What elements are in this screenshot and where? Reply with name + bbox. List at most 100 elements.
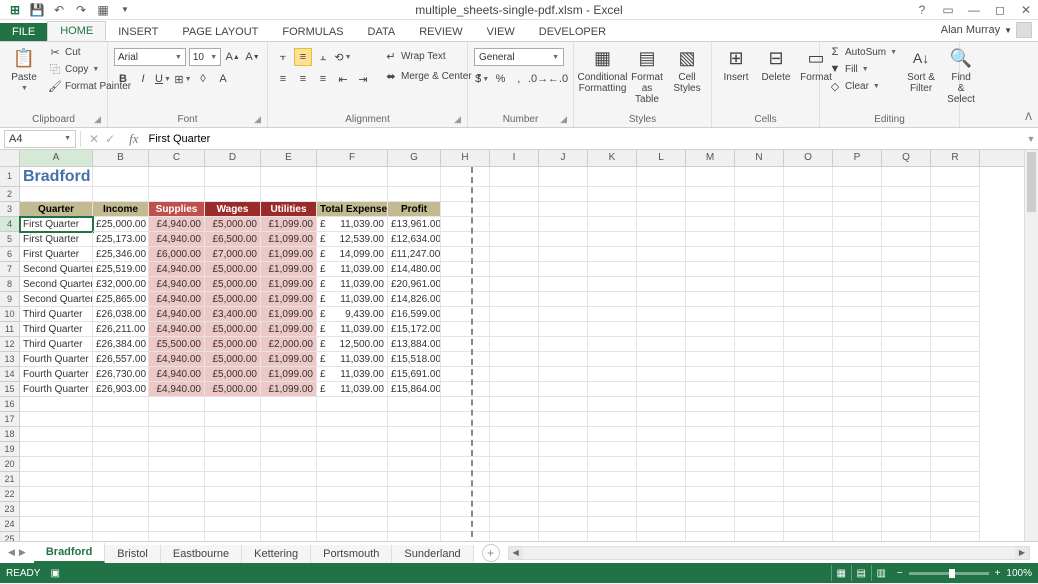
cell-O9[interactable] bbox=[784, 292, 833, 307]
row-header-25[interactable]: 25 bbox=[0, 532, 20, 541]
maximize-icon[interactable]: ◻ bbox=[992, 2, 1008, 18]
cell-Q13[interactable] bbox=[882, 352, 931, 367]
currency-icon[interactable]: $▼ bbox=[474, 70, 490, 88]
cell-D22[interactable] bbox=[205, 487, 261, 502]
cell-D11[interactable]: £5,000.00 bbox=[205, 322, 261, 337]
cell-B19[interactable] bbox=[93, 442, 149, 457]
cell-Q7[interactable] bbox=[882, 262, 931, 277]
cell-J18[interactable] bbox=[539, 427, 588, 442]
cell-E7[interactable]: £1,099.00 bbox=[261, 262, 317, 277]
cell-J6[interactable] bbox=[539, 247, 588, 262]
cell-R14[interactable] bbox=[931, 367, 980, 382]
cell-E16[interactable] bbox=[261, 397, 317, 412]
cell-J22[interactable] bbox=[539, 487, 588, 502]
cell-O20[interactable] bbox=[784, 457, 833, 472]
zoom-level[interactable]: 100% bbox=[1006, 568, 1032, 579]
cell-L7[interactable] bbox=[637, 262, 686, 277]
col-header-F[interactable]: F bbox=[317, 150, 388, 166]
cell-R17[interactable] bbox=[931, 412, 980, 427]
cell-A3[interactable]: Quarter bbox=[20, 202, 93, 217]
cell-B8[interactable]: £32,000.00 bbox=[93, 277, 149, 292]
align-top-icon[interactable]: ⫟ bbox=[274, 48, 292, 66]
cell-C18[interactable] bbox=[149, 427, 205, 442]
cell-K21[interactable] bbox=[588, 472, 637, 487]
cell-H10[interactable] bbox=[441, 307, 490, 322]
cell-B9[interactable]: £25,865.00 bbox=[93, 292, 149, 307]
cell-E22[interactable] bbox=[261, 487, 317, 502]
row-header-21[interactable]: 21 bbox=[0, 472, 20, 487]
row-header-22[interactable]: 22 bbox=[0, 487, 20, 502]
cell-Q4[interactable] bbox=[882, 217, 931, 232]
cell-R22[interactable] bbox=[931, 487, 980, 502]
cell-F15[interactable]: £11,039.00 bbox=[317, 382, 388, 397]
tab-formulas[interactable]: FORMULAS bbox=[270, 23, 355, 41]
cell-O3[interactable] bbox=[784, 202, 833, 217]
cell-B6[interactable]: £25,346.00 bbox=[93, 247, 149, 262]
cell-J11[interactable] bbox=[539, 322, 588, 337]
row-header-7[interactable]: 7 bbox=[0, 262, 20, 277]
col-header-K[interactable]: K bbox=[588, 150, 637, 166]
cell-H6[interactable] bbox=[441, 247, 490, 262]
cell-F2[interactable] bbox=[317, 187, 388, 202]
cell-H5[interactable] bbox=[441, 232, 490, 247]
cell-C21[interactable] bbox=[149, 472, 205, 487]
cell-P8[interactable] bbox=[833, 277, 882, 292]
cell-G11[interactable]: £15,172.00 bbox=[388, 322, 441, 337]
tab-insert[interactable]: INSERT bbox=[106, 23, 170, 41]
cell-F3[interactable]: Total Expenses bbox=[317, 202, 388, 217]
cell-J24[interactable] bbox=[539, 517, 588, 532]
cell-G23[interactable] bbox=[388, 502, 441, 517]
font-size-selector[interactable]: 10▼ bbox=[189, 48, 221, 66]
cell-P2[interactable] bbox=[833, 187, 882, 202]
align-center-icon[interactable]: ≡ bbox=[294, 70, 312, 88]
cell-I3[interactable] bbox=[490, 202, 539, 217]
cell-I19[interactable] bbox=[490, 442, 539, 457]
cell-C23[interactable] bbox=[149, 502, 205, 517]
cell-H8[interactable] bbox=[441, 277, 490, 292]
tab-page-layout[interactable]: PAGE LAYOUT bbox=[170, 23, 270, 41]
launcher-icon[interactable]: ◢ bbox=[454, 114, 461, 125]
cell-G9[interactable]: £14,826.00 bbox=[388, 292, 441, 307]
cell-G18[interactable] bbox=[388, 427, 441, 442]
cell-D10[interactable]: £3,400.00 bbox=[205, 307, 261, 322]
cell-N7[interactable] bbox=[735, 262, 784, 277]
cell-F20[interactable] bbox=[317, 457, 388, 472]
cell-L6[interactable] bbox=[637, 247, 686, 262]
cell-Q2[interactable] bbox=[882, 187, 931, 202]
launcher-icon[interactable]: ◢ bbox=[254, 114, 261, 125]
row-header-13[interactable]: 13 bbox=[0, 352, 20, 367]
cell-N15[interactable] bbox=[735, 382, 784, 397]
cell-M13[interactable] bbox=[686, 352, 735, 367]
cell-H4[interactable] bbox=[441, 217, 490, 232]
cell-H19[interactable] bbox=[441, 442, 490, 457]
cell-D23[interactable] bbox=[205, 502, 261, 517]
sheet-tab-eastbourne[interactable]: Eastbourne bbox=[161, 545, 242, 563]
cell-D9[interactable]: £5,000.00 bbox=[205, 292, 261, 307]
cell-B12[interactable]: £26,384.00 bbox=[93, 337, 149, 352]
cell-R21[interactable] bbox=[931, 472, 980, 487]
cell-A25[interactable] bbox=[20, 532, 93, 541]
cell-I9[interactable] bbox=[490, 292, 539, 307]
cell-D19[interactable] bbox=[205, 442, 261, 457]
cell-R25[interactable] bbox=[931, 532, 980, 541]
cell-B5[interactable]: £25,173.00 bbox=[93, 232, 149, 247]
cell-R20[interactable] bbox=[931, 457, 980, 472]
cell-A2[interactable] bbox=[20, 187, 93, 202]
cell-I15[interactable] bbox=[490, 382, 539, 397]
cell-B16[interactable] bbox=[93, 397, 149, 412]
row-header-20[interactable]: 20 bbox=[0, 457, 20, 472]
tab-home[interactable]: HOME bbox=[47, 21, 106, 41]
cell-G15[interactable]: £15,864.00 bbox=[388, 382, 441, 397]
cell-K9[interactable] bbox=[588, 292, 637, 307]
sheet-nav-prev-icon[interactable]: ◀ bbox=[8, 547, 15, 558]
cell-F16[interactable] bbox=[317, 397, 388, 412]
cell-Q19[interactable] bbox=[882, 442, 931, 457]
cell-H25[interactable] bbox=[441, 532, 490, 541]
cell-G3[interactable]: Profit bbox=[388, 202, 441, 217]
cell-A8[interactable]: Second Quarter bbox=[20, 277, 93, 292]
cell-A13[interactable]: Fourth Quarter bbox=[20, 352, 93, 367]
cell-L15[interactable] bbox=[637, 382, 686, 397]
cell-E18[interactable] bbox=[261, 427, 317, 442]
cell-M9[interactable] bbox=[686, 292, 735, 307]
collapse-ribbon-icon[interactable]: ᐱ bbox=[1025, 112, 1032, 123]
